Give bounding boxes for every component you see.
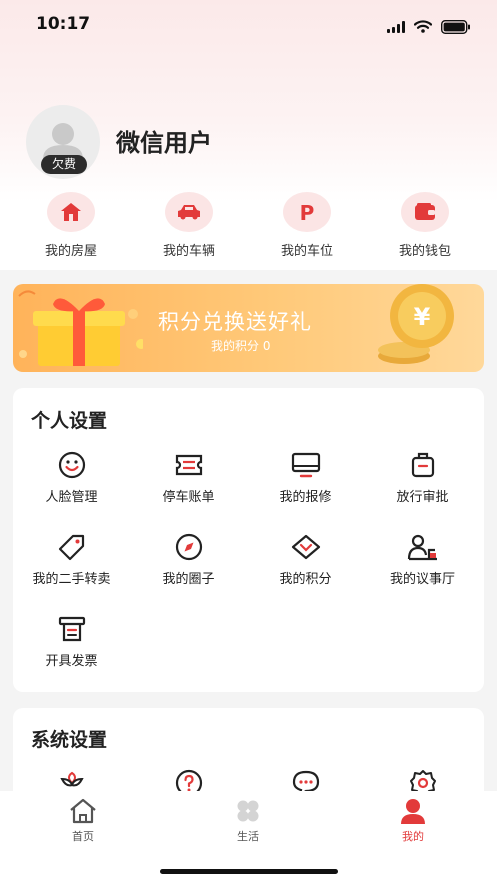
status-bar: 10:17 <box>0 0 497 50</box>
parking-icon: P <box>300 201 315 223</box>
quick-item-parking[interactable]: P 我的车位 <box>252 192 362 259</box>
home-indicator <box>160 869 338 874</box>
quick-item-wallet[interactable]: 我的钱包 <box>370 192 480 259</box>
grid-item-meeting-hall[interactable]: 我的议事厅 <box>364 532 481 587</box>
quick-item-house[interactable]: 我的房屋 <box>16 192 126 259</box>
quick-label-parking: 我的车位 <box>280 244 333 259</box>
grid-label-meeting-hall: 我的议事厅 <box>389 572 455 587</box>
profile-header[interactable]: 欠费 微信用户 <box>26 105 466 179</box>
wallet-icon <box>415 203 435 220</box>
points-icon <box>291 534 320 560</box>
grid-item-points[interactable]: 我的积分 <box>247 532 364 587</box>
points-banner[interactable]: 积分兑换送好礼 我的积分 0 ¥ <box>13 284 484 372</box>
tab-label-mine: 我的 <box>402 830 424 843</box>
grid-label-parking-bill: 停车账单 <box>162 490 215 505</box>
svg-text:¥: ¥ <box>414 303 431 331</box>
house-icon <box>61 203 81 221</box>
tab-mine[interactable]: 我的 <box>363 798 463 844</box>
grid-item-repair[interactable]: 我的报修 <box>247 450 364 505</box>
clover-icon <box>237 800 259 822</box>
grid-label-points: 我的积分 <box>279 572 332 587</box>
grid-label-release-approval: 放行审批 <box>396 490 449 505</box>
grid-label-circle: 我的圈子 <box>162 572 215 587</box>
face-icon <box>58 451 85 479</box>
quick-label-car: 我的车辆 <box>162 244 215 259</box>
personal-settings-card: 个人设置 人脸管理 停车账单 我的报修 放行审批 我的二手转卖 我的圈子 我的积… <box>13 388 484 692</box>
luggage-icon <box>411 452 434 478</box>
arrears-badge: 欠费 <box>41 155 87 174</box>
grid-item-release-approval[interactable]: 放行审批 <box>364 450 481 505</box>
grid-item-circle[interactable]: 我的圈子 <box>130 532 247 587</box>
grid-item-invoice[interactable]: 开具发票 <box>13 614 130 669</box>
status-icons <box>386 16 471 34</box>
system-settings-title: 系统设置 <box>31 729 108 751</box>
gift-icon <box>18 290 143 366</box>
car-icon <box>178 205 200 220</box>
grid-label-repair: 我的报修 <box>279 490 332 505</box>
battery-icon <box>441 19 470 34</box>
quick-label-house: 我的房屋 <box>44 244 97 259</box>
grid-item-face[interactable]: 人脸管理 <box>13 450 130 505</box>
wifi-icon <box>413 20 432 33</box>
grid-label-face: 人脸管理 <box>45 490 98 505</box>
user-icon <box>401 799 425 824</box>
grid-label-secondhand: 我的二手转卖 <box>32 572 111 587</box>
quick-label-wallet: 我的钱包 <box>398 244 451 259</box>
coin-icon: ¥ <box>378 284 454 364</box>
status-time: 10:17 <box>36 14 91 34</box>
username: 微信用户 <box>116 129 212 157</box>
monitor-icon <box>291 452 320 478</box>
tab-life[interactable]: 生活 <box>198 798 298 844</box>
grid-label-invoice: 开具发票 <box>45 654 98 669</box>
ticket-icon <box>175 454 202 476</box>
svg-text:P: P <box>300 201 315 223</box>
meeting-icon <box>407 534 437 561</box>
tag-icon <box>58 534 84 561</box>
banner-points: 我的积分 0 <box>211 339 271 353</box>
personal-settings-title: 个人设置 <box>31 410 108 432</box>
home-icon <box>70 798 96 824</box>
quick-actions: 我的房屋 我的车辆 P 我的车位 我的钱包 <box>0 192 497 262</box>
grid-item-parking-bill[interactable]: 停车账单 <box>130 450 247 505</box>
tab-home[interactable]: 首页 <box>33 798 133 844</box>
tab-label-home: 首页 <box>72 830 94 843</box>
grid-item-secondhand[interactable]: 我的二手转卖 <box>13 532 130 587</box>
tab-label-life: 生活 <box>237 830 259 843</box>
banner-title: 积分兑换送好礼 <box>158 310 312 334</box>
signal-icon <box>386 20 405 33</box>
compass-icon <box>175 533 202 561</box>
quick-item-car[interactable]: 我的车辆 <box>134 192 244 259</box>
invoice-icon <box>58 616 85 642</box>
